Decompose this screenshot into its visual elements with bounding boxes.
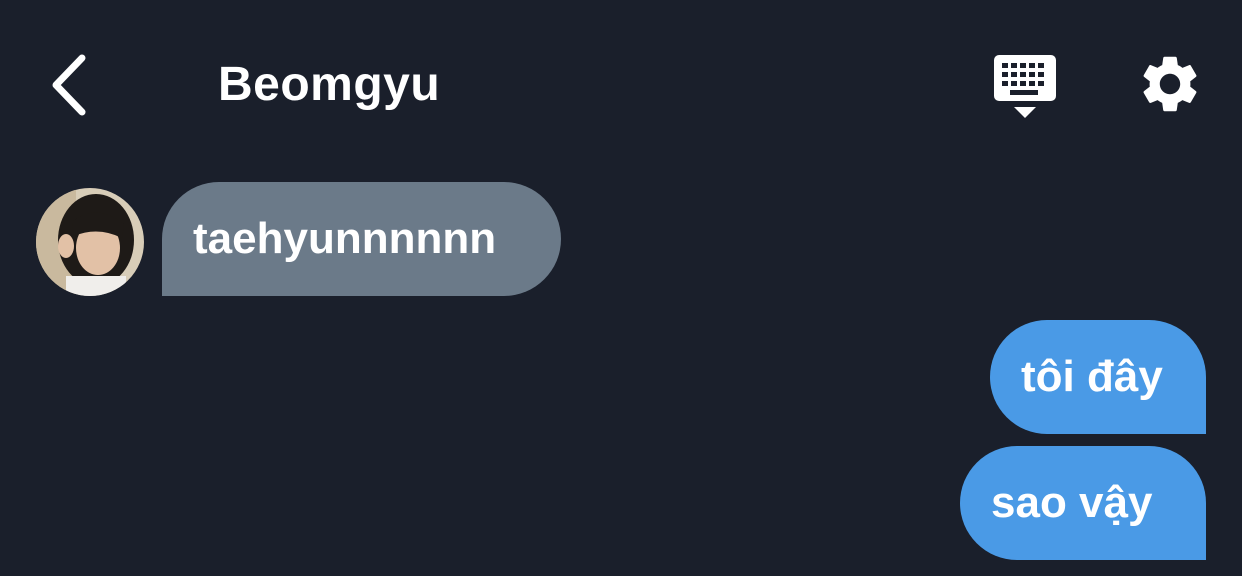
- message-bubble-incoming[interactable]: taehyunnnnnn: [162, 182, 561, 296]
- gear-icon: [1143, 56, 1197, 112]
- message-bubble-outgoing[interactable]: sao vậy: [960, 446, 1206, 560]
- chevron-left-icon: [52, 54, 86, 116]
- keyboard-toggle-button[interactable]: [990, 52, 1062, 122]
- avatar[interactable]: [36, 188, 144, 296]
- back-button[interactable]: [40, 50, 100, 120]
- settings-button[interactable]: [1136, 50, 1204, 118]
- message-bubble-outgoing[interactable]: tôi đây: [990, 320, 1206, 434]
- keyboard-icon: [994, 55, 1056, 118]
- chat-header: Beomgyu: [0, 0, 1242, 170]
- message-list: taehyunnnnnn tôi đây sao vậy: [0, 170, 1242, 576]
- avatar-photo: [36, 188, 144, 296]
- page-title: Beomgyu: [218, 58, 441, 111]
